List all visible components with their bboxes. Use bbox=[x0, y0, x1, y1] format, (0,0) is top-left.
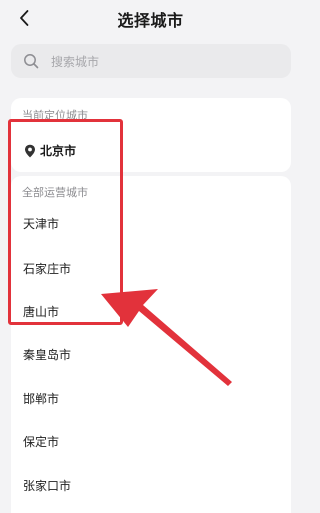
city-selector-screen: 选择城市 搜索城市 当前定位城市 北京市 全部运营城市 天津市 石家庄市 唐山市 bbox=[0, 0, 301, 513]
annotation-arrow bbox=[101, 289, 232, 386]
